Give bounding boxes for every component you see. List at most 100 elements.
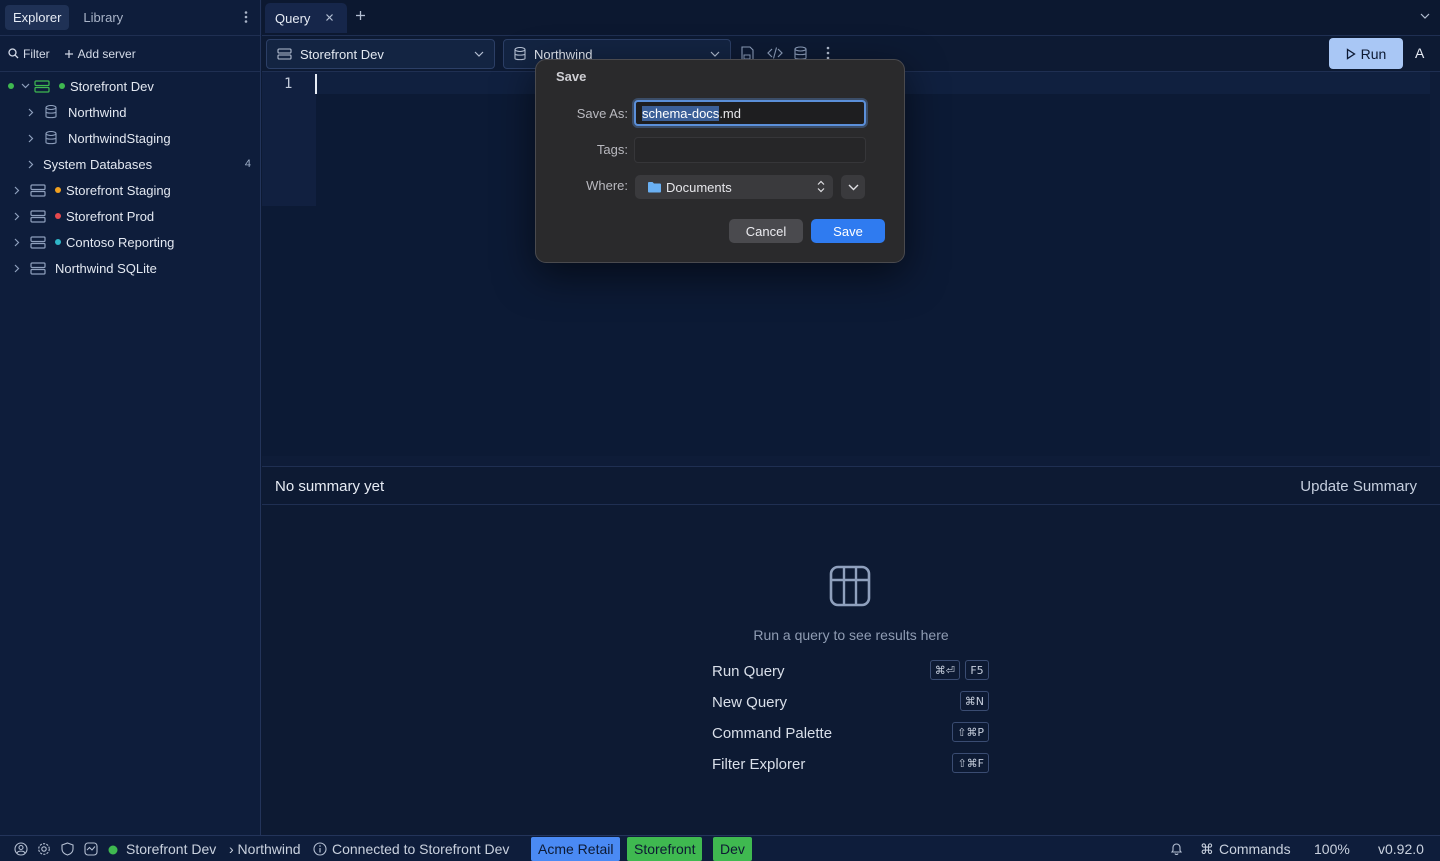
account-icon[interactable] — [14, 842, 28, 856]
horizontal-scrollbar[interactable] — [262, 456, 1440, 466]
tree-item-storefront-prod[interactable]: Storefront Prod — [0, 203, 260, 229]
server-select[interactable]: Storefront Dev — [266, 39, 495, 69]
tab-label: Query — [275, 10, 311, 26]
tab-query[interactable]: Query — [265, 3, 347, 33]
activity-icon[interactable] — [84, 842, 98, 856]
workspace-badge[interactable]: Acme Retail — [531, 837, 621, 861]
chevron-down-icon[interactable] — [1420, 13, 1430, 19]
database-icon — [45, 105, 57, 119]
shortcut-run-query[interactable]: Run Query ⌘⏎ F5 — [712, 660, 989, 682]
filter-button[interactable]: Filter — [8, 47, 50, 61]
tree-item-northwind[interactable]: Northwind — [0, 99, 260, 125]
sidebar-toolbar: Filter Add server — [0, 36, 260, 72]
status-bar: Storefront Dev › Northwind Connected to … — [0, 835, 1440, 861]
shortcut-label: New Query — [712, 693, 788, 711]
add-server-label: Add server — [77, 46, 136, 61]
tree-item-label: Storefront Prod — [66, 208, 155, 224]
status-database[interactable]: › Northwind — [229, 841, 301, 857]
chevron-down-icon — [474, 51, 484, 57]
server-status-dot — [55, 239, 61, 245]
chevron-down-icon — [848, 184, 859, 191]
update-summary-button[interactable]: Update Summary — [1300, 478, 1417, 495]
status-server[interactable]: Storefront Dev — [126, 841, 216, 857]
chevron-down-icon[interactable] — [20, 83, 30, 89]
vertical-scrollbar[interactable] — [1430, 72, 1440, 456]
filename-extension: .md — [719, 105, 741, 121]
save-button[interactable]: Save — [811, 219, 885, 243]
server-icon — [30, 261, 46, 275]
shortcut-command-palette[interactable]: Command Palette ⇧⌘P — [712, 722, 989, 744]
command-key-icon: ⌘ — [1200, 841, 1214, 857]
database-icon — [45, 131, 57, 145]
run-button[interactable]: Run — [1329, 38, 1403, 69]
tree-item-northwind-staging[interactable]: NorthwindStaging — [0, 125, 260, 151]
chevron-right-icon[interactable] — [26, 160, 36, 169]
tags-input[interactable] — [634, 137, 866, 163]
shortcut-keys: ⌘⏎ F5 — [929, 660, 989, 680]
connected-status-dot — [8, 83, 14, 89]
chevron-right-icon[interactable] — [26, 134, 36, 143]
chevron-right-icon[interactable] — [12, 238, 22, 247]
gear-icon[interactable] — [37, 842, 51, 856]
tree-item-northwind-sqlite[interactable]: Northwind SQLite — [0, 255, 260, 281]
dialog-title: Save — [556, 69, 587, 84]
line-gutter: 1 — [262, 72, 316, 206]
shortcut-new-query[interactable]: New Query ⌘N — [712, 691, 989, 713]
tree-item-label: Northwind — [68, 104, 127, 120]
sidebar-tabs: Explorer Library — [0, 0, 260, 36]
server-status-dot — [59, 83, 65, 89]
expand-dialog-button[interactable] — [841, 175, 865, 199]
environment-badge[interactable]: Dev — [713, 837, 752, 861]
server-status-dot — [55, 187, 61, 193]
chevron-right-icon[interactable] — [12, 264, 22, 273]
explorer-tree: Storefront Dev Northwind NorthwindStagin… — [0, 72, 260, 281]
add-server-button[interactable]: Add server — [64, 47, 136, 61]
server-icon — [30, 209, 46, 223]
filename-input[interactable]: schema-docs .md — [634, 100, 866, 126]
sidebar: Explorer Library Filter Add server Store… — [0, 0, 261, 835]
tree-item-label: Storefront Dev — [70, 78, 154, 94]
close-icon[interactable] — [325, 13, 334, 22]
zoom-level[interactable]: 100% — [1314, 841, 1350, 857]
location-select[interactable]: Documents — [635, 175, 833, 199]
toolbar-extra-button[interactable]: A — [1415, 45, 1424, 61]
code-icon[interactable] — [767, 46, 783, 60]
shield-icon[interactable] — [61, 842, 74, 856]
commands-button[interactable]: Commands — [1219, 841, 1291, 857]
tree-item-storefront-dev[interactable]: Storefront Dev — [0, 73, 260, 99]
tree-item-contoso-reporting[interactable]: Contoso Reporting — [0, 229, 260, 255]
cancel-button[interactable]: Cancel — [729, 219, 803, 243]
run-label: Run — [1360, 45, 1387, 62]
summary-bar: No summary yet Update Summary — [262, 466, 1440, 505]
tree-item-system-databases[interactable]: System Databases 4 — [0, 151, 260, 177]
chevron-right-icon[interactable] — [26, 108, 36, 117]
count-badge: 4 — [244, 158, 251, 170]
server-select-value: Storefront Dev — [300, 46, 384, 62]
tags-label: Tags: — [596, 142, 628, 157]
new-tab-plus-icon[interactable] — [355, 10, 366, 21]
key-cap: ⇧⌘F — [952, 753, 989, 773]
more-options-icon[interactable] — [244, 11, 248, 23]
empty-state-text: Run a query to see results here — [753, 627, 949, 643]
shortcut-label: Command Palette — [712, 724, 833, 742]
tab-explorer[interactable]: Explorer — [5, 5, 70, 30]
tree-item-storefront-staging[interactable]: Storefront Staging — [0, 177, 260, 203]
chevron-right-icon[interactable] — [12, 212, 22, 221]
tree-item-label: Contoso Reporting — [66, 234, 175, 250]
tab-library[interactable]: Library — [75, 5, 131, 30]
shortcut-filter-explorer[interactable]: Filter Explorer ⇧⌘F — [712, 753, 989, 775]
chevron-right-icon[interactable] — [12, 186, 22, 195]
where-label: Where: — [586, 178, 628, 193]
key-cap: ⌘N — [959, 691, 989, 711]
folder-icon — [647, 181, 662, 193]
connection-status-dot — [108, 845, 118, 855]
up-down-chevron-icon — [817, 180, 825, 193]
table-grid-icon — [829, 565, 871, 607]
text-cursor — [315, 74, 317, 94]
bell-icon[interactable] — [1170, 842, 1183, 856]
shortcut-keys: ⌘N — [959, 691, 989, 711]
key-cap: ⇧⌘P — [952, 722, 989, 742]
more-options-icon[interactable] — [826, 46, 830, 60]
server-icon — [30, 183, 46, 197]
project-badge[interactable]: Storefront — [627, 837, 703, 861]
